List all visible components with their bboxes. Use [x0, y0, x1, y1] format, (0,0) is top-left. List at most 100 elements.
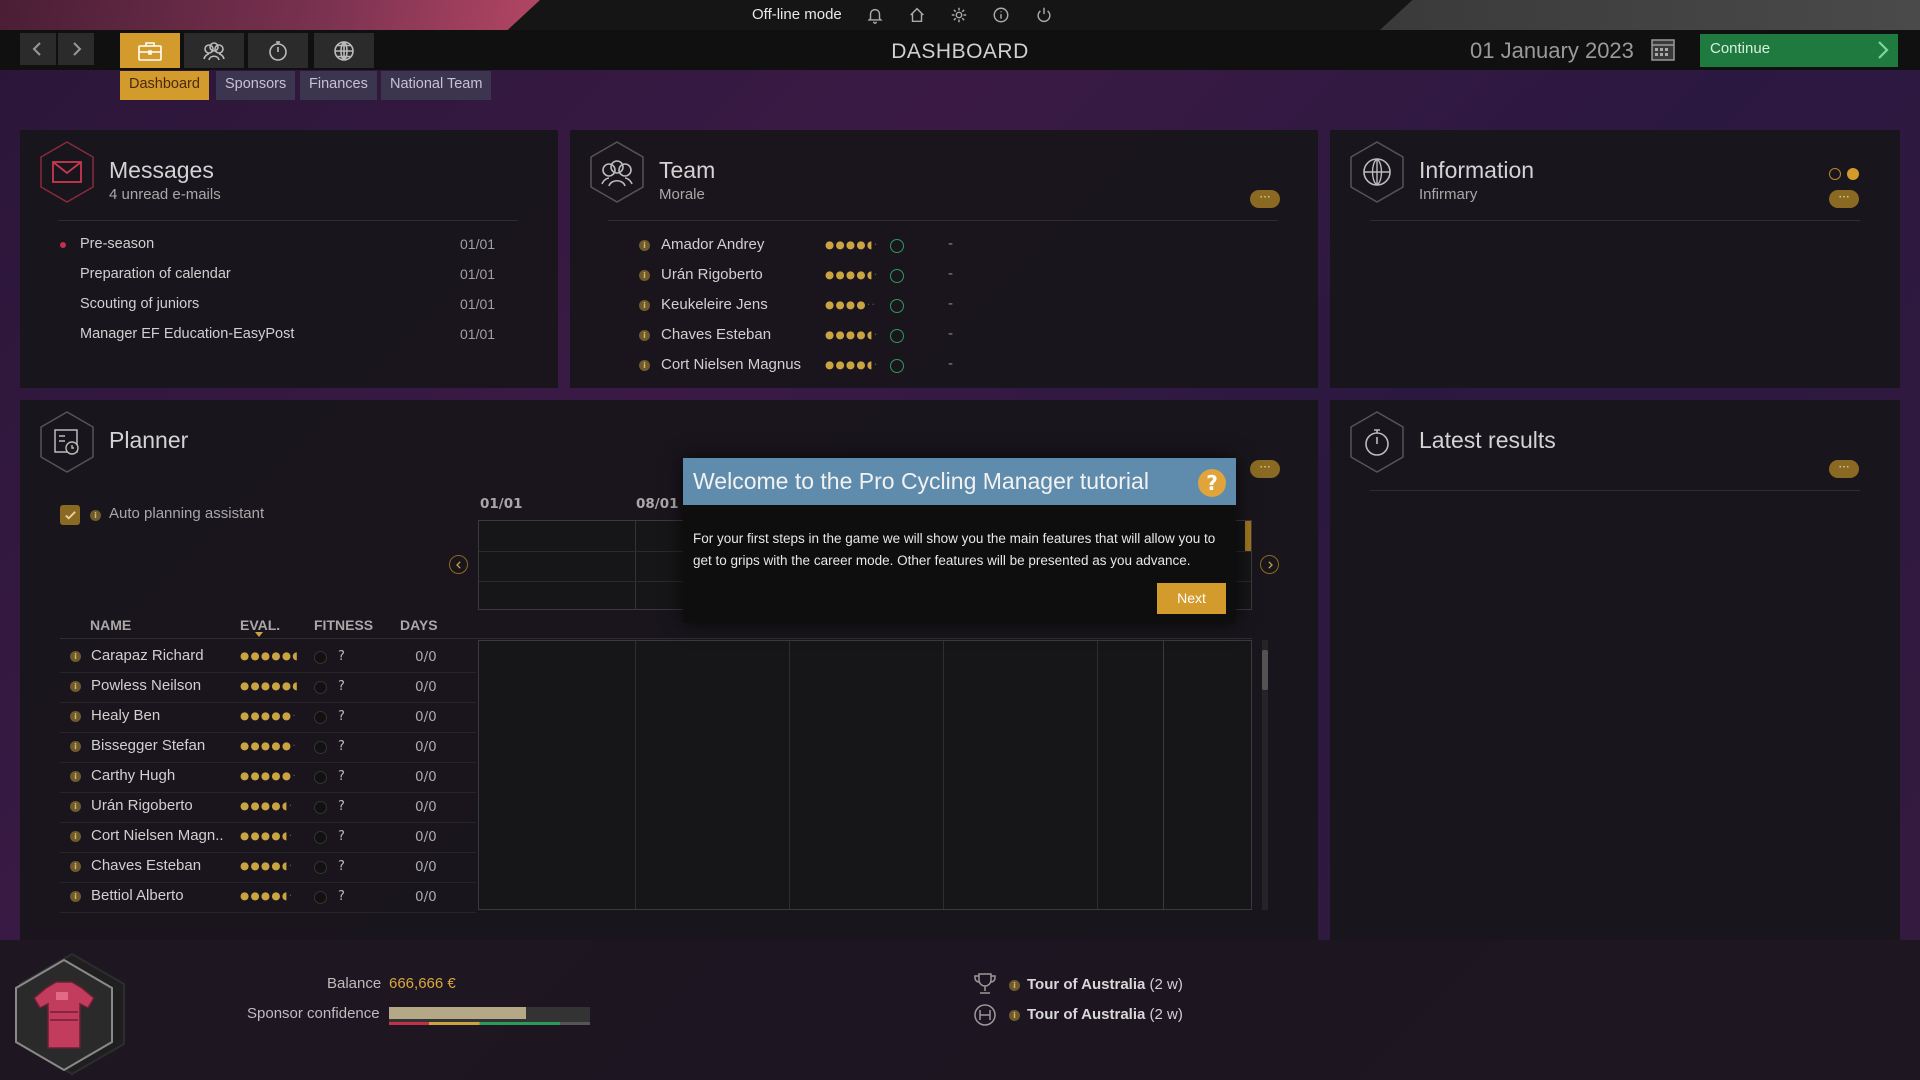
sponsor-confidence-label: Sponsor confidence [247, 1005, 380, 1022]
race-mode-button[interactable] [248, 33, 308, 68]
planner-title: Planner [109, 427, 189, 453]
race-name: Tour of Australia [1027, 976, 1146, 993]
upcoming-race[interactable]: Tour of Australia (2 w) [1027, 1006, 1183, 1023]
check-icon [64, 510, 76, 520]
column-header-days[interactable]: DAYS [400, 617, 438, 633]
info-icon[interactable]: i [70, 741, 81, 752]
home-icon[interactable] [906, 4, 928, 26]
calendar-next-button[interactable] [1260, 555, 1279, 574]
table-row[interactable]: i Urán Rigoberto ●●●●◖· ? 0/0 [60, 796, 476, 820]
race-when: (2 w) [1149, 1006, 1183, 1023]
bell-icon[interactable] [864, 4, 886, 26]
help-icon[interactable]: ? [1198, 469, 1226, 497]
continue-button[interactable]: Continue [1700, 34, 1898, 67]
column-header-eval[interactable]: EVAL. [240, 617, 280, 633]
list-item[interactable]: Pre-season 01/01 [80, 236, 500, 252]
table-row[interactable]: i Healy Ben ●●●●●· ? 0/0 [60, 706, 476, 730]
fitness-indicator [314, 891, 327, 904]
back-button[interactable] [20, 33, 56, 65]
planner-icon [40, 411, 94, 473]
info-icon[interactable]: i [70, 711, 81, 722]
rider-rating: ●●●●●· [240, 710, 297, 722]
info-icon[interactable]: i [639, 300, 650, 311]
team-rider-row[interactable]: i Keukeleire Jens ●●●●·· - [638, 296, 998, 318]
rider-rating: ●●●●◖· [240, 800, 294, 812]
gear-icon[interactable] [948, 4, 970, 26]
info-icon[interactable]: i [1009, 980, 1020, 991]
info-icon[interactable]: i [639, 330, 650, 341]
rider-fitness: ? [338, 649, 345, 664]
team-mode-button[interactable] [184, 33, 244, 68]
management-mode-button[interactable] [120, 33, 180, 68]
row-divider [60, 852, 476, 853]
team-rider-row[interactable]: i Chaves Esteban ●●●●◖· - [638, 326, 998, 348]
table-row[interactable]: i Carapaz Richard ●●●●●◖ ? 0/0 [60, 646, 476, 670]
information-subtitle: Infirmary [1419, 186, 1478, 203]
team-more-button[interactable]: ··· [1250, 190, 1280, 208]
messages-panel [20, 130, 558, 388]
rider-name: Powless Neilson [91, 677, 202, 694]
planner-more-button[interactable]: ··· [1250, 460, 1280, 478]
row-divider [60, 702, 476, 703]
envelope-icon [40, 141, 94, 203]
info-icon[interactable]: i [639, 360, 650, 371]
team-rider-row[interactable]: i Urán Rigoberto ●●●●◖· - [638, 266, 998, 288]
continue-label: Continue [1710, 40, 1771, 57]
info-icon[interactable]: i [639, 240, 650, 251]
offline-mode-label: Off-line mode [752, 6, 842, 23]
info-icon[interactable]: i [70, 861, 81, 872]
list-item[interactable]: Scouting of juniors 01/01 [80, 296, 500, 312]
info-icon[interactable]: i [70, 651, 81, 662]
rider-name: Carthy Hugh [91, 767, 176, 784]
list-item[interactable]: Manager EF Education-EasyPost 01/01 [80, 326, 500, 342]
forward-button[interactable] [58, 33, 94, 65]
tab-dashboard[interactable]: Dashboard [120, 71, 209, 100]
table-row[interactable]: i Powless Neilson ●●●●●◖ ? 0/0 [60, 676, 476, 700]
calendar-icon[interactable] [1650, 36, 1676, 62]
team-jersey-logo[interactable] [8, 950, 128, 1078]
rider-days: 0/0 [415, 649, 437, 665]
info-icon[interactable]: i [90, 510, 101, 521]
power-icon[interactable] [1033, 4, 1055, 26]
planner-grid[interactable] [478, 640, 1252, 910]
rider-rating: ●●●●●· [240, 770, 297, 782]
info-icon[interactable]: i [70, 891, 81, 902]
table-row[interactable]: i Carthy Hugh ●●●●●· ? 0/0 [60, 766, 476, 790]
calendar-prev-button[interactable] [449, 555, 468, 574]
upcoming-race[interactable]: Tour of Australia (2 w) [1027, 976, 1183, 993]
info-icon[interactable]: i [70, 681, 81, 692]
auto-planning-label: Auto planning assistant [109, 505, 265, 522]
chevron-right-icon [1878, 41, 1889, 59]
info-icon[interactable]: i [70, 831, 81, 842]
table-row[interactable]: i Bissegger Stefan ●●●●●· ? 0/0 [60, 736, 476, 760]
info-icon[interactable]: i [639, 270, 650, 281]
list-item[interactable]: Preparation of calendar 01/01 [80, 266, 500, 282]
table-row[interactable]: i Chaves Esteban ●●●●◖· ? 0/0 [60, 856, 476, 880]
info-icon[interactable]: i [70, 801, 81, 812]
table-row[interactable]: i Cort Nielsen Magn.. ●●●●◖· ? 0/0 [60, 826, 476, 850]
info-icon[interactable] [990, 4, 1012, 26]
latest-results-more-button[interactable]: ··· [1829, 460, 1859, 478]
row-divider [60, 672, 476, 673]
auto-planning-checkbox[interactable] [60, 505, 80, 525]
rider-fitness: ? [338, 739, 345, 754]
scrollbar-track[interactable] [1262, 640, 1268, 910]
information-more-button[interactable]: ··· [1829, 190, 1859, 208]
team-rider-row[interactable]: i Cort Nielsen Magnus ●●●●◖· - [638, 356, 998, 378]
info-icon[interactable]: i [70, 771, 81, 782]
page-dot-2[interactable] [1847, 168, 1859, 180]
column-header-fitness[interactable]: FITNESS [314, 617, 373, 633]
table-row[interactable]: i Bettiol Alberto ●●●●◖· ? 0/0 [60, 886, 476, 910]
message-date: 01/01 [460, 296, 496, 312]
tab-finances[interactable]: Finances [300, 71, 377, 100]
team-icon [203, 41, 225, 60]
next-button[interactable]: Next [1157, 583, 1226, 614]
info-icon[interactable]: i [1009, 1010, 1020, 1021]
tab-national-team[interactable]: National Team [381, 71, 492, 100]
latest-results-title: Latest results [1419, 427, 1556, 453]
page-dot-1[interactable] [1829, 168, 1841, 180]
column-header-name[interactable]: NAME [90, 617, 131, 633]
tab-sponsors[interactable]: Sponsors [216, 71, 296, 100]
team-rider-row[interactable]: i Amador Andrey ●●●●◖· - [638, 236, 998, 258]
world-mode-button[interactable] [314, 33, 374, 68]
